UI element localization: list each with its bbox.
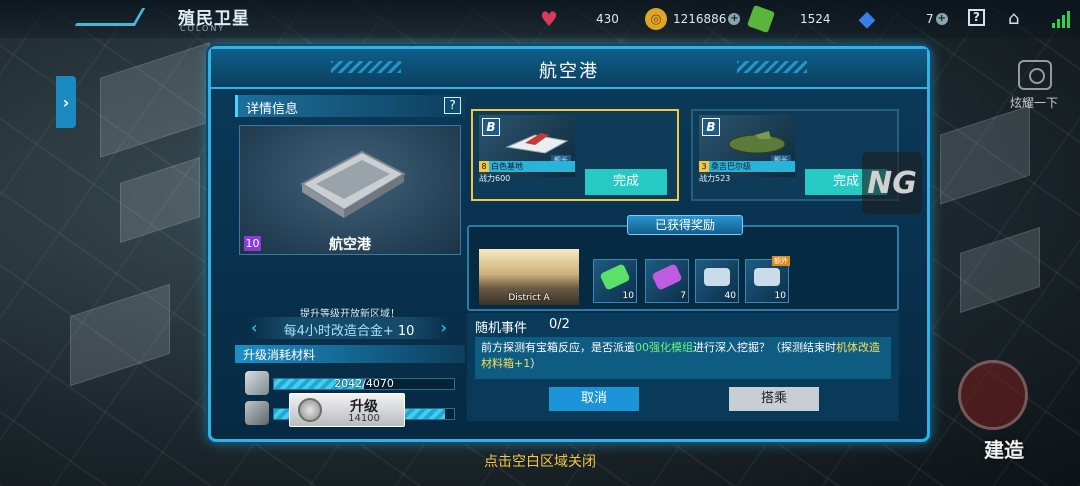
resource-value: 430 (596, 12, 619, 26)
reward-item[interactable]: 10 (593, 259, 637, 303)
airport-dialog: 航空港 详情信息 ? 10 航空港 提升等级开放新区域！ ‹ 每4小时改造合金+ (208, 46, 930, 442)
gold-coin-icon: ◎ (645, 8, 667, 30)
silver-crate-icon (754, 268, 780, 286)
material-amount: 2042/4070 (334, 377, 394, 390)
back-logo-icon[interactable] (74, 8, 146, 26)
cancel-button[interactable]: 取消 (549, 387, 639, 411)
material-progress: 2042/4070 (273, 377, 455, 390)
upgrade-button[interactable]: 升级 14100 (289, 393, 405, 427)
ship-name: 桑吉巴尔级 (711, 162, 751, 171)
build-icon[interactable] (958, 360, 1028, 430)
white-base-ship-icon (505, 133, 569, 154)
reward-item[interactable]: 额外 10 (745, 256, 790, 303)
details-header-label: 详情信息 (246, 102, 299, 117)
resource-crystal[interactable]: ◆ 7 + (856, 6, 948, 32)
star-level: 8 (479, 161, 489, 172)
reward-item[interactable]: 7 (645, 259, 689, 303)
rate-label: 每4小时改造合金+ (283, 324, 394, 339)
close-hint[interactable]: 点击空白区域关闭 (0, 451, 1080, 471)
event-text: 进行深入挖掘？（探测结束时 (693, 341, 836, 354)
silver-crate-icon (704, 268, 730, 286)
rank-badge: B (482, 118, 500, 136)
chevron-right-icon: › (440, 318, 447, 337)
ship-card[interactable]: B 舰长 8 白色基地 战力600 完成 (471, 109, 679, 201)
airport-building-icon (299, 150, 407, 218)
event-text: 前方探测有宝箱反应，是否派遣 (481, 341, 635, 354)
reward-count: 10 (622, 291, 634, 301)
green-module-icon (599, 263, 631, 291)
resource-value: 1524 (800, 12, 831, 26)
camera-icon[interactable] (1018, 60, 1052, 90)
rate-value: 10 (397, 324, 415, 339)
rewards-panel: 已获得奖励 District A 10 7 40 额外 10 (467, 215, 899, 311)
reward-count: 10 (774, 291, 786, 301)
location-subtitle: COLONY (180, 24, 226, 33)
details-header: 详情信息 ? (235, 95, 465, 117)
alloy-crate-icon (245, 401, 269, 425)
blue-crystal-icon: ◆ (858, 6, 876, 32)
add-crystal-icon[interactable]: + (935, 13, 948, 25)
ship-name: 白色基地 (491, 162, 523, 171)
add-gold-icon[interactable]: + (728, 13, 741, 25)
district-label: District A (508, 293, 550, 303)
dialog-title: 航空港 (539, 61, 599, 82)
zanzibar-ship-icon (728, 131, 786, 154)
details-help-button[interactable]: ? (444, 97, 461, 114)
resource-value: 7 (926, 12, 934, 26)
watermark-logo: NG (862, 152, 922, 214)
reward-item[interactable]: 40 (695, 259, 739, 303)
random-event-panel: 随机事件 0/2 前方探测有宝箱反应，是否派遣00强化模组进行深入挖掘？（探测结… (467, 313, 899, 421)
building-name: 航空港 (329, 237, 371, 253)
silver-coin-icon (298, 398, 322, 422)
resource-hearts[interactable]: ♥ 430 (538, 7, 619, 31)
background-building (120, 157, 200, 243)
event-text: ） (530, 357, 542, 370)
board-button[interactable]: 搭乘 (729, 387, 819, 411)
home-icon[interactable]: ⌂ (1008, 8, 1019, 29)
ship-name-strip: 3 桑吉巴尔级 (699, 161, 795, 172)
background-building (100, 42, 210, 158)
top-bar: 殖民卫星 COLONY ♥ 430 ◎ 1216886 + 1524 ◆ 7 +… (0, 0, 1080, 38)
ship-power: 战力523 (699, 174, 731, 183)
share-label[interactable]: 炫耀一下 (1010, 94, 1058, 111)
reward-count: 40 (724, 291, 736, 301)
resource-value: 1216886 (673, 12, 727, 26)
materials-header: 升级消耗材料 (235, 345, 465, 363)
event-text-highlight: 00强化模组 (635, 341, 693, 354)
coin-stack-icon (245, 371, 269, 395)
help-icon[interactable]: ? (968, 9, 985, 26)
event-description: 前方探测有宝箱反应，是否派遣00强化模组进行深入挖掘？（探测结束时机体改造材料箱… (475, 337, 891, 379)
background-building (960, 227, 1040, 313)
district-image: District A (479, 249, 579, 305)
ship-name-strip: 8 白色基地 (479, 161, 575, 172)
heart-icon: ♥ (540, 7, 558, 31)
star-level: 3 (699, 161, 709, 172)
signal-icon (1052, 10, 1070, 28)
event-header: 随机事件 (475, 321, 528, 336)
details-panel: 详情信息 ? 10 航空港 提升等级开放新区域！ ‹ 每4小时改造合金+ 10 … (235, 95, 465, 429)
material-row: 2042/4070 (245, 371, 457, 395)
upgrade-cost: 14100 (348, 413, 380, 424)
building-card: 10 航空港 (239, 125, 461, 255)
ship-power: 战力600 (479, 174, 511, 183)
complete-button[interactable]: 完成 (585, 169, 667, 195)
dialog-titlebar: 航空港 (211, 49, 927, 89)
background-building (940, 105, 1030, 205)
production-rate: ‹ 每4小时改造合金+ 10 › (249, 317, 449, 339)
materials-header-label: 升级消耗材料 (243, 348, 316, 362)
rewards-tab: 已获得奖励 (627, 215, 743, 235)
event-count: 0/2 (549, 317, 570, 332)
bonus-flag: 额外 (772, 256, 790, 266)
rank-badge: B (702, 118, 720, 136)
resource-crate[interactable]: 1524 (746, 4, 831, 34)
reward-count: 7 (680, 291, 686, 301)
green-crate-icon (746, 4, 776, 34)
background-building (70, 283, 170, 387)
purple-module-icon (651, 263, 683, 291)
resource-gold[interactable]: ◎ 1216886 + (645, 8, 741, 30)
expand-sidebar-button[interactable]: › (56, 76, 76, 128)
